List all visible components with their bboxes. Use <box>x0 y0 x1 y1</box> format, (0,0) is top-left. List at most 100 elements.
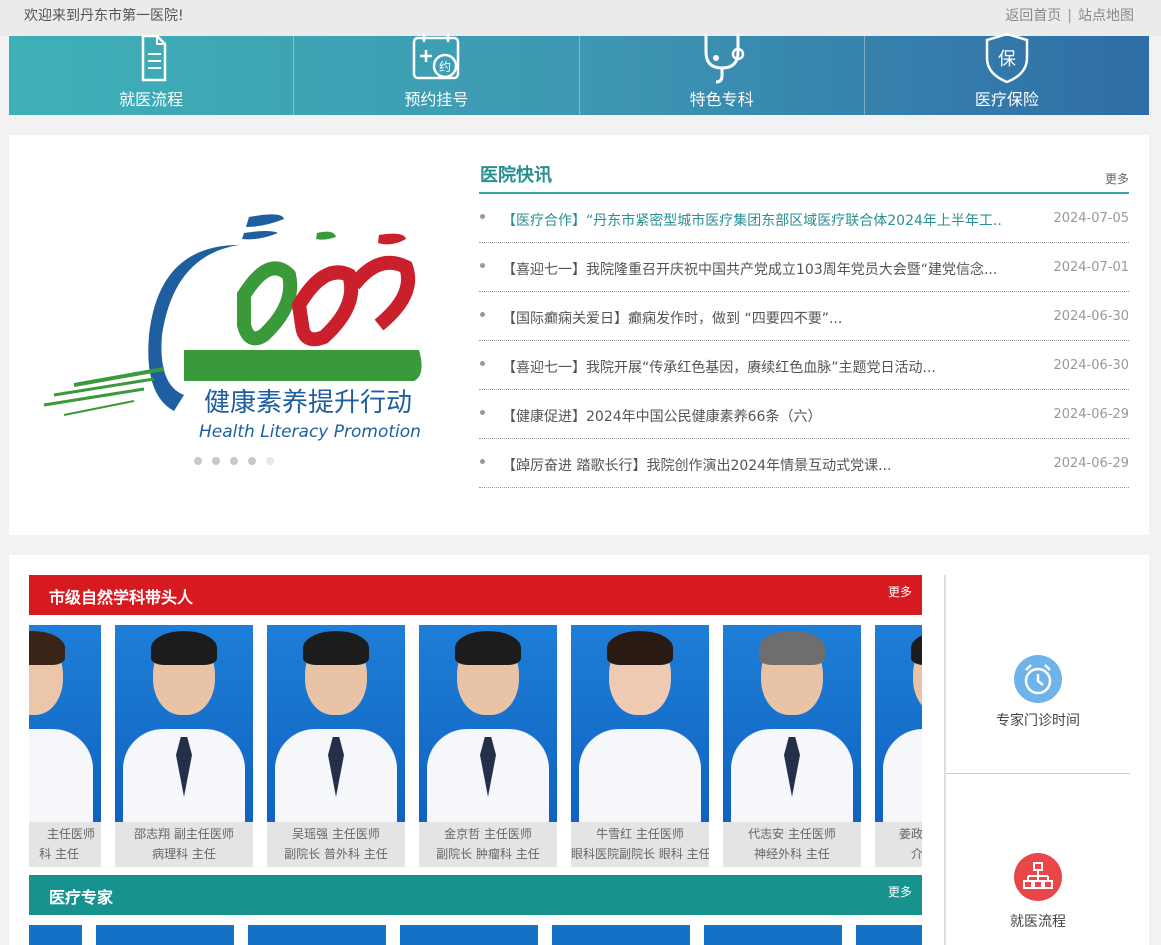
doctor-photo <box>419 625 557 823</box>
bullet-icon <box>480 214 485 219</box>
news-item-text[interactable]: 【健康促进】2024年中国公民健康素养66条（六） <box>502 406 1002 426</box>
doctor-title: 吴瑶强 主任医师 <box>292 827 380 841</box>
doctor-dept: 副院长 肿瘤科 主任 <box>436 847 540 861</box>
top-bar: 欢迎来到丹东市第一医院! 返回首页 | 站点地图 <box>0 0 1161 36</box>
separator: | <box>1067 8 1072 24</box>
nav-item-label: 特色专科 <box>689 90 754 109</box>
doctor-dept: 介 <box>911 847 922 861</box>
news-item-date: 2024-06-29 <box>1053 456 1129 471</box>
news-item[interactable]: 【喜迎七一】我院隆重召开庆祝中国共产党成立103周年党员大会暨“建党信念... 2… <box>479 243 1129 292</box>
side-shortcuts: 专家门诊时间 就医流程 <box>944 575 1130 945</box>
logo-text-en: Health Literacy Promotion <box>199 422 421 442</box>
leaders-header: 市级自然学科带头人 更多 <box>29 575 922 615</box>
doctor-photo <box>723 625 861 823</box>
news-item-date: 2024-07-01 <box>1053 260 1129 275</box>
doctor-card[interactable]: 主任医师科 主任 <box>29 625 101 867</box>
doctor-dept: 眼科医院副院长 眼科 主任 <box>571 847 709 861</box>
news-more-link[interactable]: 更多 <box>1105 170 1129 187</box>
nav-item-label: 预约挂号 <box>404 90 469 109</box>
news-item-text[interactable]: 【踔厉奋进 踏歌长行】我院创作演出2024年情景互动式党课... <box>502 455 1002 475</box>
doctor-card[interactable]: 姜政介 <box>875 625 922 867</box>
welcome-text: 欢迎来到丹东市第一医院! <box>24 8 184 24</box>
news-item-text[interactable]: 【喜迎七一】我院隆重召开庆祝中国共产党成立103周年党员大会暨“建党信念... <box>502 259 1002 279</box>
doctor-photo <box>115 625 253 823</box>
leaders-carousel: 主任医师科 主任 邵志翔 副主任医师 病理科 主任 吴瑶强 主任医师 副院长 普外科… <box>29 625 922 870</box>
doctor-card[interactable]: 邵志翔 副主任医师 病理科 主任 <box>115 625 253 867</box>
svg-text:约: 约 <box>439 59 451 74</box>
svg-text:保: 保 <box>998 49 1016 70</box>
logo-text-cn: 健康素养提升行动 <box>204 388 412 418</box>
doctor-card[interactable]: 金京哲 主任医师 副院长 肿瘤科 主任 <box>419 625 557 867</box>
carousel-dot[interactable] <box>230 457 238 465</box>
sitemap-link[interactable]: 站点地图 <box>1078 8 1134 24</box>
experts-more-link[interactable]: 更多 <box>888 883 912 900</box>
doctor-dept: 科 主任 <box>39 847 79 861</box>
side-item-label: 就医流程 <box>1010 914 1066 930</box>
doctor-caption: 代志安 主任医师 神经外科 主任 <box>723 822 861 867</box>
news-item[interactable]: 【国际癫痫关爱日】癫痫发作时，做到 “四要四不要”... 2024-06-30 <box>479 292 1129 341</box>
doctor-caption: 姜政介 <box>875 822 922 867</box>
news-panel: 健康素养提升行动 Health Literacy Promotion 医院快讯 … <box>9 135 1149 535</box>
doctor-dept: 神经外科 主任 <box>754 847 830 861</box>
doctor-card[interactable] <box>704 925 842 945</box>
health-literacy-logo[interactable]: 健康素养提升行动 Health Literacy Promotion <box>34 175 444 455</box>
doctor-card[interactable] <box>96 925 234 945</box>
bullet-icon <box>480 263 485 268</box>
news-title: 医院快讯 <box>480 165 552 186</box>
news-item-text[interactable]: 【医疗合作】“丹东市紧密型城市医疗集团东部区域医疗联合体2024年上半年工... <box>502 210 1002 230</box>
doctor-card[interactable] <box>400 925 538 945</box>
nav-item-process[interactable]: 就医流程 <box>9 34 295 115</box>
news-item-text[interactable]: 【喜迎七一】我院开展“传承红色基因，赓续红色血脉”主题党日活动... <box>502 357 1002 377</box>
carousel-dot[interactable] <box>266 457 274 465</box>
calendar-icon: 约 <box>413 34 460 80</box>
bullet-icon <box>480 361 485 366</box>
news-item[interactable]: 【踔厉奋进 踏歌长行】我院创作演出2024年情景互动式党课... 2024-06-… <box>479 439 1129 488</box>
news-item[interactable]: 【医疗合作】“丹东市紧密型城市医疗集团东部区域医疗联合体2024年上半年工...… <box>479 194 1129 243</box>
quick-nav: 就医流程 约 预约挂号 特色专科 保 医疗保险 <box>9 32 1149 115</box>
doctor-title: 牛雪红 主任医师 <box>596 827 684 841</box>
news-item[interactable]: 【喜迎七一】我院开展“传承红色基因，赓续红色血脉”主题党日活动... 2024-0… <box>479 341 1129 390</box>
nav-item-appointment[interactable]: 约 预约挂号 <box>294 34 580 115</box>
carousel-dot[interactable] <box>212 457 220 465</box>
carousel-dot[interactable] <box>248 457 256 465</box>
news-header: 医院快讯 更多 <box>479 157 1129 194</box>
doctor-card[interactable] <box>29 925 82 945</box>
nav-item-specialty[interactable]: 特色专科 <box>580 34 865 115</box>
shield-icon: 保 <box>985 32 1029 84</box>
news-item-text[interactable]: 【国际癫痫关爱日】癫痫发作时，做到 “四要四不要”... <box>502 308 1002 328</box>
alarm-clock-icon <box>1014 655 1062 703</box>
leaders-title: 市级自然学科带头人 <box>49 588 194 607</box>
doctor-card[interactable] <box>856 925 922 945</box>
doctor-caption: 主任医师科 主任 <box>29 822 101 867</box>
top-links: 返回首页 | 站点地图 <box>1005 5 1134 25</box>
doctor-title: 代志安 主任医师 <box>748 827 836 841</box>
flowchart-icon <box>1014 853 1062 901</box>
news-list: 医院快讯 更多 【医疗合作】“丹东市紧密型城市医疗集团东部区域医疗联合体2024… <box>479 157 1129 488</box>
doctor-caption: 吴瑶强 主任医师 副院长 普外科 主任 <box>267 822 405 867</box>
doctor-card[interactable]: 牛雪红 主任医师眼科医院副院长 眼科 主任 <box>571 625 709 867</box>
news-item-date: 2024-07-05 <box>1053 211 1129 226</box>
bullet-icon <box>480 312 485 317</box>
document-icon <box>141 34 167 82</box>
doctor-title: 主任医师 <box>46 827 95 841</box>
doctor-photo <box>267 625 405 823</box>
doctor-caption: 牛雪红 主任医师眼科医院副院长 眼科 主任 <box>571 822 709 867</box>
leaders-more-link[interactable]: 更多 <box>888 583 912 600</box>
doctor-card[interactable]: 吴瑶强 主任医师 副院长 普外科 主任 <box>267 625 405 867</box>
carousel-dots <box>194 457 274 465</box>
experts-carousel <box>29 925 922 945</box>
experts-title: 医疗专家 <box>49 888 114 907</box>
nav-item-insurance[interactable]: 保 医疗保险 <box>865 32 1149 115</box>
experts-header: 医疗专家 更多 <box>29 875 922 915</box>
news-item-date: 2024-06-30 <box>1053 358 1129 373</box>
news-item[interactable]: 【健康促进】2024年中国公民健康素养66条（六） 2024-06-29 <box>479 390 1129 439</box>
bullet-icon <box>480 459 485 464</box>
doctor-photo <box>571 625 709 823</box>
carousel-dot[interactable] <box>194 457 202 465</box>
doctor-card[interactable]: 代志安 主任医师 神经外科 主任 <box>723 625 861 867</box>
doctor-title: 金京哲 主任医师 <box>444 827 532 841</box>
doctor-card[interactable] <box>248 925 386 945</box>
home-link[interactable]: 返回首页 <box>1005 8 1061 24</box>
doctor-photo <box>29 625 101 823</box>
doctor-card[interactable] <box>552 925 690 945</box>
